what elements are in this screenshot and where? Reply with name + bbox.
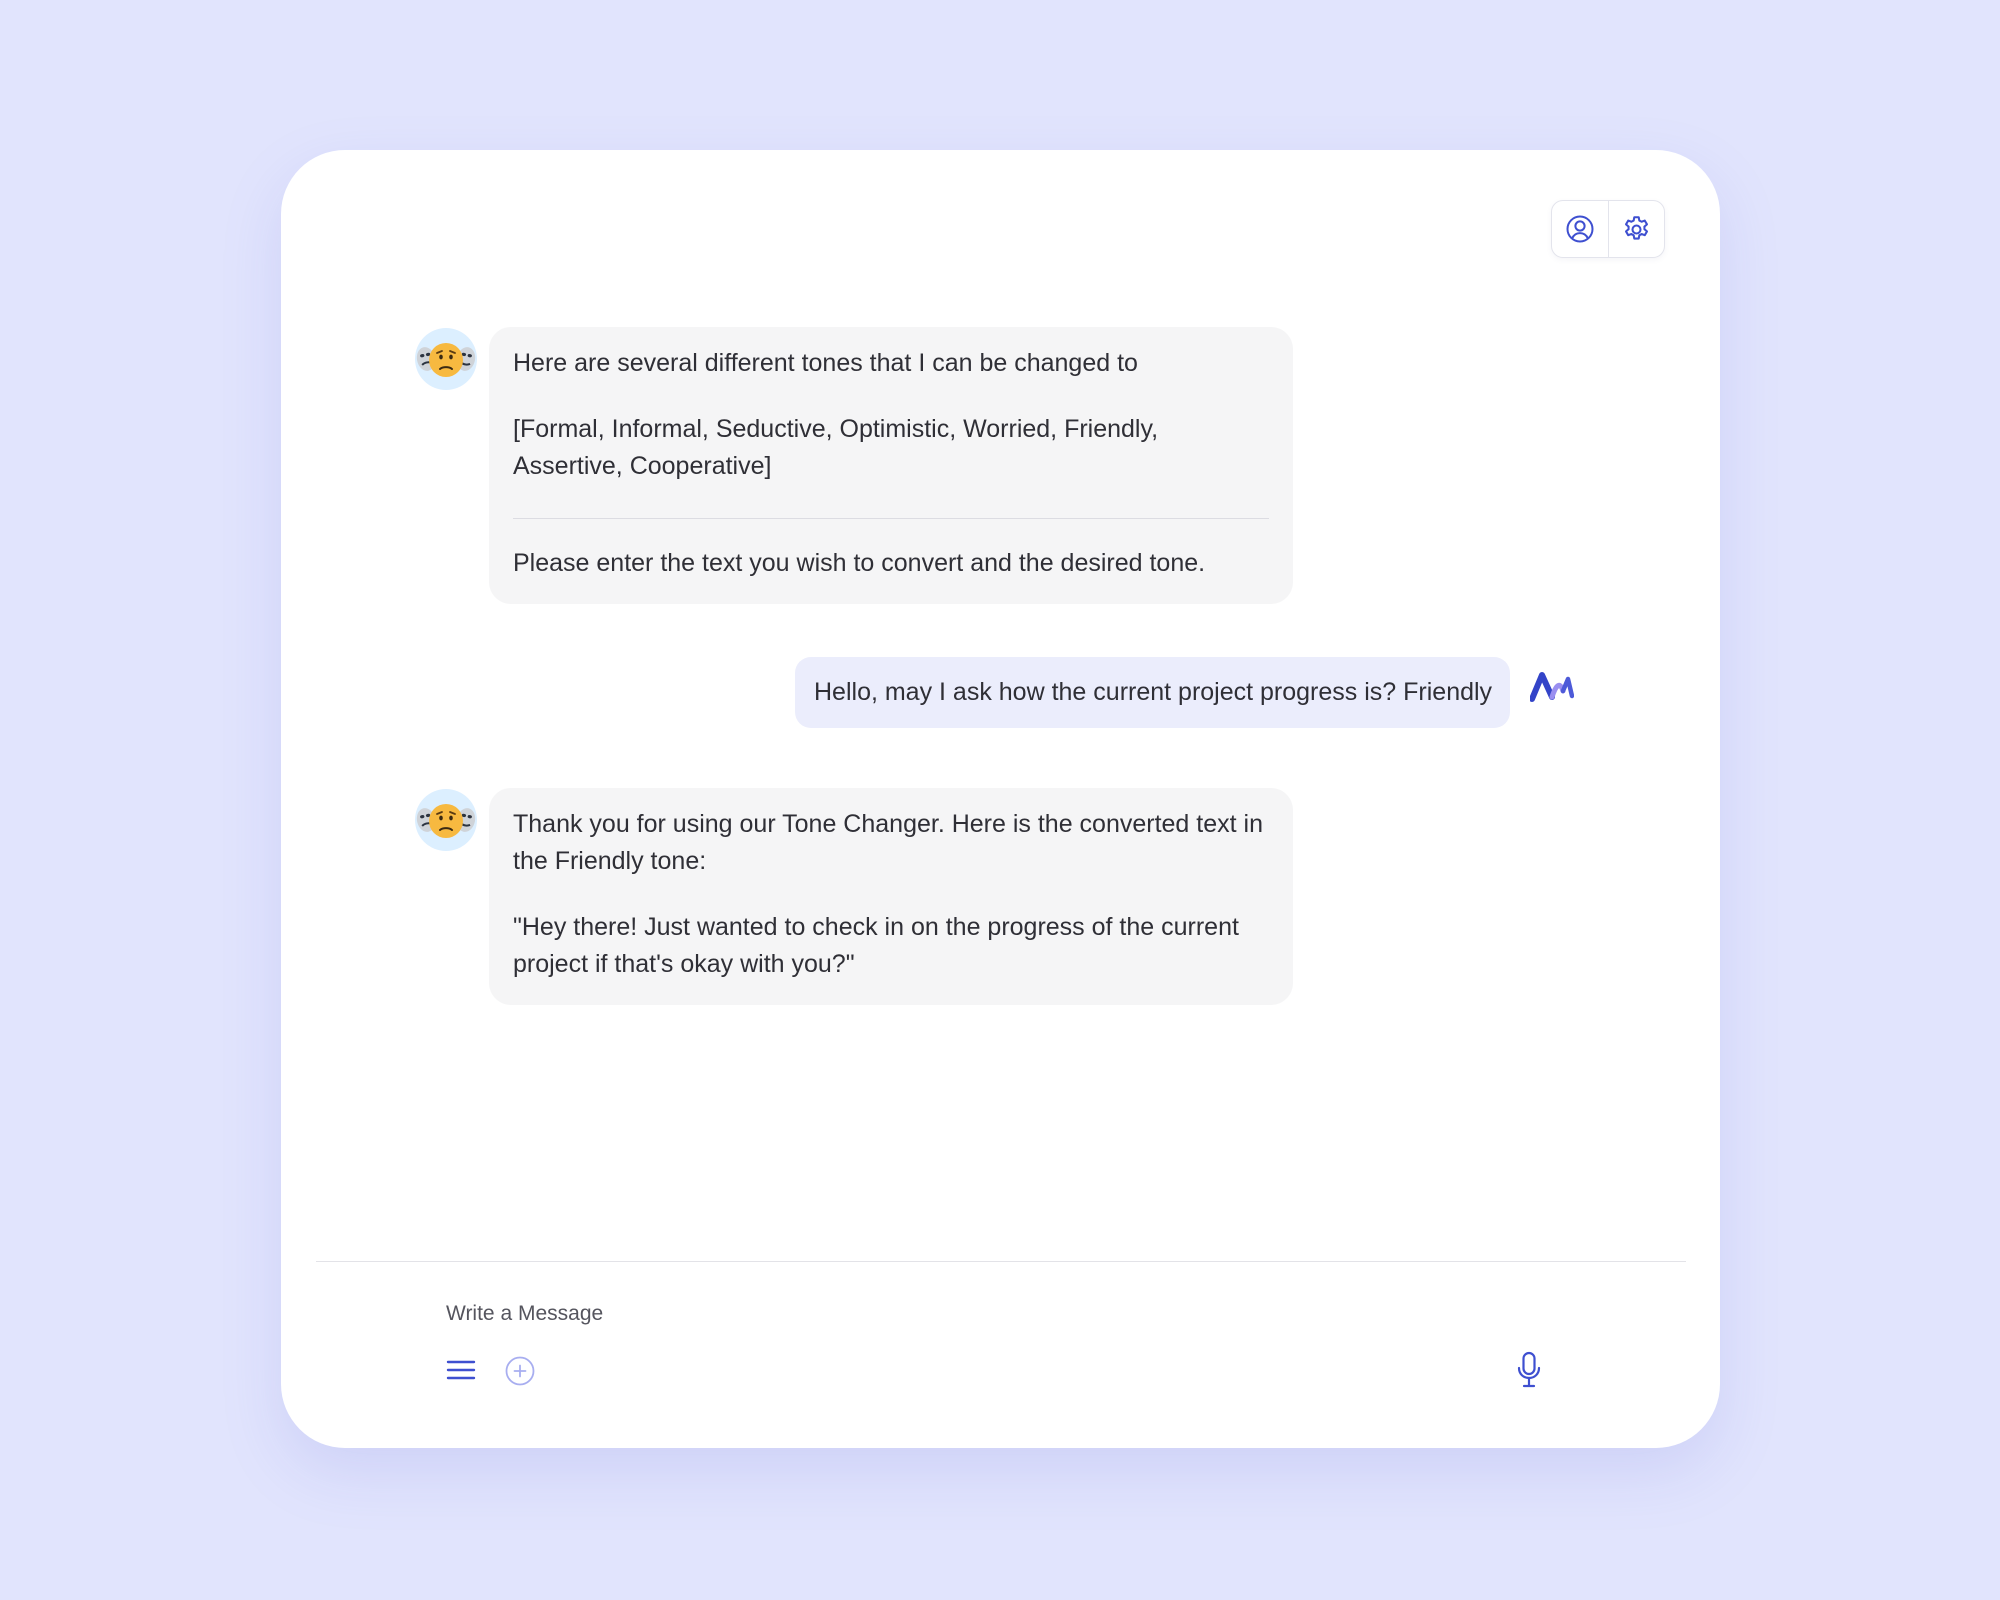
gear-icon [1624,215,1648,240]
user-bubble: Hello, may I ask how the current project… [795,657,1511,728]
add-attachment-button[interactable] [504,1355,536,1387]
masks-emoji-icon [416,804,476,838]
message-text: Thank you for using our Tone Changer. He… [513,810,1263,875]
avatar [415,789,477,851]
message-text: Hello, may I ask how the current project… [814,678,1493,706]
tones-list: [Formal, Informal, Seductive, Optimistic… [513,415,1159,480]
assistant-message: Here are several different tones that I … [415,327,1293,604]
assistant-bubble: Here are several different tones that I … [489,327,1293,604]
header-actions [1551,200,1665,258]
settings-button[interactable] [1607,201,1665,257]
bubble-divider [513,518,1269,519]
composer-divider [316,1261,1686,1262]
avatar [1529,669,1575,708]
hamburger-menu-icon [446,1360,476,1380]
assistant-bubble: Thank you for using our Tone Changer. He… [489,788,1293,1005]
converted-text: "Hey there! Just wanted to check in on t… [513,913,1239,978]
microphone-icon [1517,1351,1541,1388]
profile-button[interactable] [1552,201,1608,257]
user-message: Hello, may I ask how the current project… [795,657,1575,728]
avatar [415,328,477,390]
user-circle-icon [1566,215,1594,243]
masks-emoji-icon [416,343,476,377]
assistant-message: Thank you for using our Tone Changer. He… [415,788,1293,1005]
message-text: Here are several different tones that I … [513,349,1138,377]
voice-input-button[interactable] [1515,1350,1543,1390]
message-text: Please enter the text you wish to conver… [513,549,1206,577]
message-input[interactable] [446,1297,1446,1331]
menu-button[interactable] [446,1355,476,1385]
plus-circle-icon [505,1356,535,1386]
brand-wave-logo-icon [1529,672,1575,702]
chat-window: Here are several different tones that I … [281,150,1720,1448]
